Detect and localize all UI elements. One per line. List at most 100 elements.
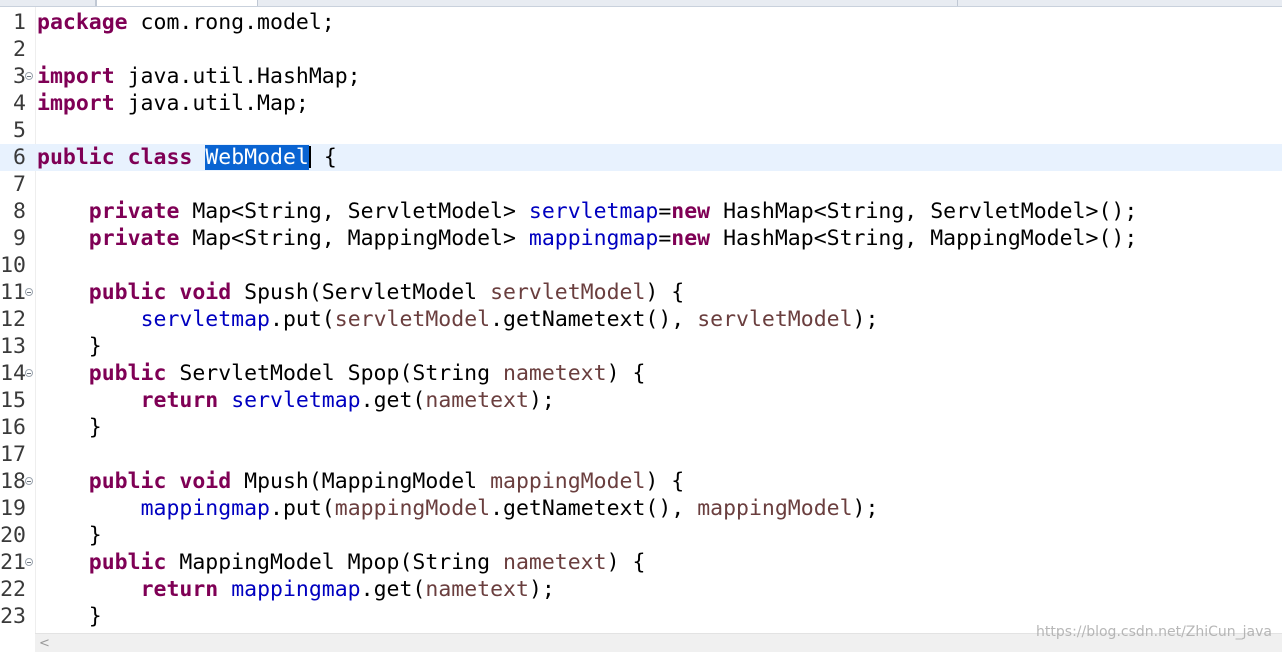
code-line[interactable]: 9 private Map<String, MappingModel> mapp… (0, 225, 1282, 252)
code-token: java.util.HashMap; (114, 64, 361, 89)
code-line[interactable]: 15 return servletmap.get(nametext); (0, 387, 1282, 414)
line-number: 2 (13, 37, 26, 62)
line-code[interactable]: return mappingmap.get(nametext); (37, 576, 555, 603)
code-line[interactable]: 19 mappingmap.put(mappingModel.getNamete… (0, 495, 1282, 522)
line-code[interactable]: } (37, 414, 102, 441)
code-line[interactable]: 1 package com.rong.model; (0, 9, 1282, 36)
code-line[interactable]: 18 public void Mpush(MappingModel mappin… (0, 468, 1282, 495)
code-line[interactable]: 3 import java.util.HashMap; (0, 63, 1282, 90)
fold-collapse-icon[interactable] (25, 72, 33, 80)
line-code[interactable]: return servletmap.get(nametext); (37, 387, 555, 414)
line-number: 22 (0, 577, 26, 602)
code-token: ); (528, 577, 555, 602)
line-number: 15 (0, 388, 26, 413)
code-token: MappingModel Mpop(String (166, 550, 503, 575)
keyword-token: return (140, 577, 219, 602)
keyword-token: private (88, 199, 180, 224)
line-number: 6 (13, 145, 26, 170)
editor-tab-active[interactable] (96, 0, 258, 6)
code-line[interactable]: 16 } (0, 414, 1282, 441)
line-code[interactable]: servletmap.put(servletModel.getNametext(… (37, 306, 879, 333)
line-code[interactable]: public void Spush(ServletModel servletMo… (37, 279, 684, 306)
code-token: java.util.Map; (114, 91, 309, 116)
code-line[interactable]: 10 (0, 252, 1282, 279)
line-number: 23 (0, 604, 26, 629)
keyword-token: new (671, 226, 711, 251)
code-line[interactable]: 7 (0, 171, 1282, 198)
code-token: com.rong.model; (127, 10, 335, 35)
code-line[interactable]: 22 return mappingmap.get(nametext); (0, 576, 1282, 603)
line-number: 12 (0, 307, 26, 332)
line-code[interactable]: public class WebModel { (37, 144, 337, 171)
fold-collapse-icon[interactable] (25, 288, 33, 296)
line-code[interactable]: mappingmap.put(mappingModel.getNametext(… (37, 495, 879, 522)
code-line[interactable]: 8 private Map<String, ServletModel> serv… (0, 198, 1282, 225)
variable-token: mappingModel (334, 496, 491, 521)
code-token: .put( (270, 496, 335, 521)
code-editor[interactable]: 1 package com.rong.model; 2 3 import java.ut… (0, 0, 1282, 652)
code-token: ); (852, 496, 879, 521)
editor-tab[interactable] (257, 0, 958, 6)
code-token: Spush(ServletModel (231, 280, 491, 305)
keyword-token: public (37, 145, 115, 170)
keyword-token: public (88, 550, 167, 575)
line-number: 7 (13, 172, 26, 197)
code-line[interactable]: 11 public void Spush(ServletModel servle… (0, 279, 1282, 306)
code-line[interactable]: 14 public ServletModel Spop(String namet… (0, 360, 1282, 387)
code-line[interactable]: 17 (0, 441, 1282, 468)
code-token: } (37, 523, 102, 548)
line-code[interactable]: private Map<String, ServletModel> servle… (37, 198, 1138, 225)
line-code[interactable]: import java.util.HashMap; (37, 63, 361, 90)
line-number: 14 (0, 361, 26, 386)
line-number: 20 (0, 523, 26, 548)
fold-collapse-icon[interactable] (25, 558, 33, 566)
line-number: 18 (0, 469, 26, 494)
field-token: mappingmap (140, 496, 271, 521)
code-line[interactable]: 21 public MappingModel Mpop(String namet… (0, 549, 1282, 576)
field-token: servletmap (140, 307, 271, 332)
code-line[interactable]: 6 public class WebModel { (0, 144, 1282, 171)
code-line[interactable]: 5 (0, 117, 1282, 144)
line-code[interactable]: public void Mpush(MappingModel mappingMo… (37, 468, 684, 495)
code-token: Map<String, MappingModel> (179, 226, 529, 251)
line-code[interactable]: package com.rong.model; (37, 9, 335, 36)
code-line[interactable]: 20 } (0, 522, 1282, 549)
variable-token: nametext (503, 361, 607, 386)
code-line[interactable]: 4 import java.util.Map; (0, 90, 1282, 117)
code-token: ); (528, 388, 555, 413)
code-token: ) { (606, 361, 646, 386)
line-code[interactable]: private Map<String, MappingModel> mappin… (37, 225, 1138, 252)
line-code[interactable]: public ServletModel Spop(String nametext… (37, 360, 646, 387)
keyword-token: import (37, 64, 115, 89)
keyword-token: public (88, 361, 167, 386)
line-code[interactable]: } (37, 603, 102, 630)
code-token: .get( (360, 388, 426, 413)
code-token: ) { (645, 280, 685, 305)
code-token: .get( (360, 577, 426, 602)
fold-collapse-icon[interactable] (25, 369, 33, 377)
code-line[interactable]: 12 servletmap.put(servletModel.getNamete… (0, 306, 1282, 333)
line-code[interactable]: public MappingModel Mpop(String nametext… (37, 549, 646, 576)
code-token: Map<String, ServletModel> (179, 199, 529, 224)
watermark: https://blog.csdn.net/ZhiCun_java (1036, 624, 1272, 640)
line-code[interactable]: } (37, 522, 102, 549)
code-token: { (310, 145, 337, 170)
code-line[interactable]: 13 } (0, 333, 1282, 360)
fold-collapse-icon[interactable] (25, 477, 33, 485)
scroll-left-arrow-icon[interactable]: < (39, 634, 50, 652)
line-number: 8 (13, 199, 26, 224)
code-line[interactable]: 2 (0, 36, 1282, 63)
variable-token: nametext (425, 388, 529, 413)
line-code[interactable]: import java.util.Map; (37, 90, 309, 117)
line-code[interactable]: } (37, 333, 102, 360)
editor-tab[interactable] (0, 0, 96, 6)
